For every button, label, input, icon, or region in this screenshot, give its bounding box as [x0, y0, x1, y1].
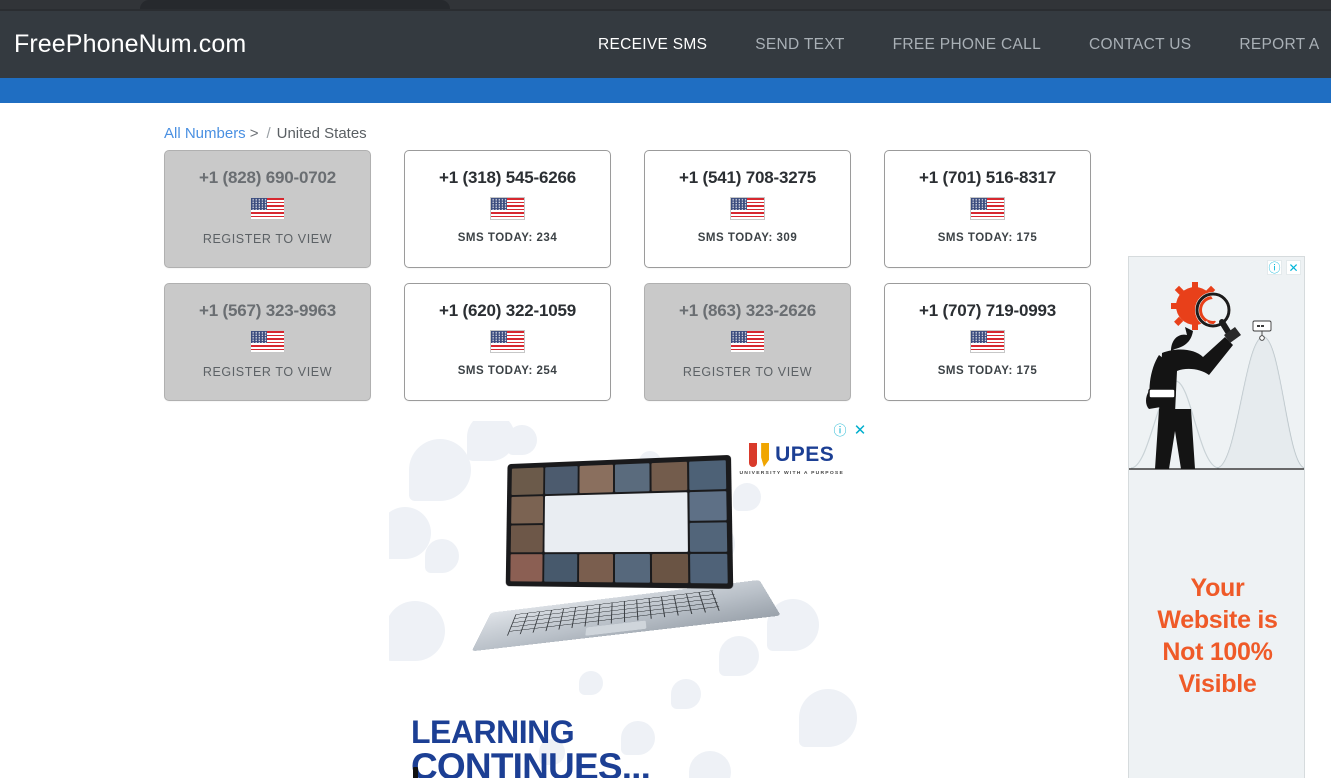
sms-today-count: SMS TODAY: 234: [457, 232, 558, 244]
ad-side-headline-line2: Website is: [1157, 606, 1278, 634]
nav-item-contact-us[interactable]: CONTACT US: [1089, 36, 1215, 54]
register-to-view-label: REGISTER TO VIEW: [682, 365, 813, 379]
sms-today-count: SMS TODAY: 175: [937, 365, 1038, 377]
phone-number-card[interactable]: +1 (707) 719-0993 SMS TODAY: 175: [884, 283, 1091, 401]
advertisement-bottom[interactable]: ⓘ ✕ UPES UNIVERSITY WITH A PURPOSE LEARN…: [389, 421, 869, 778]
ad-headline-line1: LEARNING: [411, 714, 575, 750]
close-icon[interactable]: ✕: [1286, 260, 1301, 275]
info-circle-icon[interactable]: ⓘ: [1267, 260, 1282, 275]
phone-number-card[interactable]: +1 (863) 323-2626 REGISTER TO VIEW: [644, 283, 851, 401]
laptop-screen: [505, 454, 734, 589]
sms-today-count: SMS TODAY: 175: [937, 232, 1038, 244]
phone-number-text: +1 (863) 323-2626: [679, 301, 816, 320]
ad-side-headline-line1: Your: [1190, 574, 1245, 602]
info-circle-icon[interactable]: ⓘ: [833, 423, 847, 437]
register-to-view-label: REGISTER TO VIEW: [202, 232, 333, 246]
advertisement-side[interactable]: ⓘ ✕ Your Website is Not 100% Visible: [1128, 256, 1305, 778]
phone-number-card[interactable]: +1 (541) 708-3275 SMS TODAY: 309: [644, 150, 851, 268]
ad-bottom-controls: ⓘ ✕: [833, 423, 867, 438]
laptop-illustration: [471, 454, 781, 659]
laptop-base: [471, 579, 781, 652]
main-content: All Numbers > / United States +1 (828) 690-…: [0, 103, 1331, 778]
phone-number-card[interactable]: +1 (567) 323-9963 REGISTER TO VIEW: [164, 283, 371, 401]
phone-number-text: +1 (541) 708-3275: [679, 168, 816, 187]
video-call-grid: [510, 460, 728, 584]
phone-number-text: +1 (318) 545-6266: [439, 168, 576, 187]
phone-number-grid: +1 (828) 690-0702 REGISTER TO VIEW +1 (318…: [164, 150, 1094, 416]
semrush-illustration: [1129, 263, 1304, 491]
upes-mark-icon: [749, 443, 770, 467]
nav-item-receive-sms[interactable]: RECEIVE SMS: [598, 36, 731, 54]
phone-number-card[interactable]: +1 (620) 322-1059 SMS TODAY: 254: [404, 283, 611, 401]
upes-logo: UPES UNIVERSITY WITH A PURPOSE: [739, 443, 844, 476]
ad-side-headline-line3: Not 100%: [1162, 638, 1273, 666]
breadcrumb-separator: >: [249, 125, 259, 142]
main-navigation: RECEIVE SMS SEND TEXT FREE PHONE CALL CO…: [598, 11, 1331, 78]
us-flag-icon: [250, 197, 285, 220]
ad-bottom-headline: LEARNING CONTINUES...: [411, 714, 651, 778]
browser-tab[interactable]: [140, 0, 450, 9]
text-cursor: [413, 767, 418, 778]
us-flag-icon: [970, 330, 1005, 353]
ad-side-headline: Your Website is Not 100% Visible: [1129, 572, 1304, 700]
accent-bar: [0, 78, 1331, 103]
breadcrumb: All Numbers > / United States: [164, 125, 367, 142]
us-flag-icon: [490, 197, 525, 220]
phone-number-text: +1 (567) 323-9963: [199, 301, 336, 320]
register-to-view-label: REGISTER TO VIEW: [202, 365, 333, 379]
ad-headline-line2: CONTINUES...: [411, 746, 651, 778]
us-flag-icon: [250, 330, 285, 353]
phone-number-card[interactable]: +1 (701) 516-8317 SMS TODAY: 175: [884, 150, 1091, 268]
nav-item-report-abuse[interactable]: REPORT A: [1239, 36, 1331, 54]
upes-tagline: UNIVERSITY WITH A PURPOSE: [739, 470, 844, 476]
us-flag-icon: [730, 197, 765, 220]
sms-today-count: SMS TODAY: 309: [697, 232, 798, 244]
phone-number-text: +1 (701) 516-8317: [919, 168, 1056, 187]
phone-number-text: +1 (828) 690-0702: [199, 168, 336, 187]
phone-number-card[interactable]: +1 (828) 690-0702 REGISTER TO VIEW: [164, 150, 371, 268]
us-flag-icon: [970, 197, 1005, 220]
browser-chrome-strip: [0, 0, 1331, 9]
phone-number-card[interactable]: +1 (318) 545-6266 SMS TODAY: 234: [404, 150, 611, 268]
upes-brand-name: UPES: [775, 443, 835, 466]
site-header: FreePhoneNum.com RECEIVE SMS SEND TEXT F…: [0, 11, 1331, 78]
ad-side-headline-line4: Visible: [1178, 670, 1257, 698]
ad-side-controls: ⓘ ✕: [1267, 260, 1301, 275]
breadcrumb-slash: /: [266, 125, 271, 142]
breadcrumb-current-united-states: United States: [276, 125, 367, 142]
phone-number-text: +1 (707) 719-0993: [919, 301, 1056, 320]
close-icon[interactable]: ✕: [853, 423, 867, 438]
nav-item-send-text[interactable]: SEND TEXT: [755, 36, 868, 54]
breadcrumb-link-all-numbers[interactable]: All Numbers: [164, 125, 246, 142]
us-flag-icon: [490, 330, 525, 353]
page-root: FreePhoneNum.com RECEIVE SMS SEND TEXT F…: [0, 0, 1331, 778]
nav-item-free-phone-call[interactable]: FREE PHONE CALL: [893, 36, 1065, 54]
site-brand-logo[interactable]: FreePhoneNum.com: [14, 30, 246, 59]
phone-number-text: +1 (620) 322-1059: [439, 301, 576, 320]
sms-today-count: SMS TODAY: 254: [457, 365, 558, 377]
us-flag-icon: [730, 330, 765, 353]
